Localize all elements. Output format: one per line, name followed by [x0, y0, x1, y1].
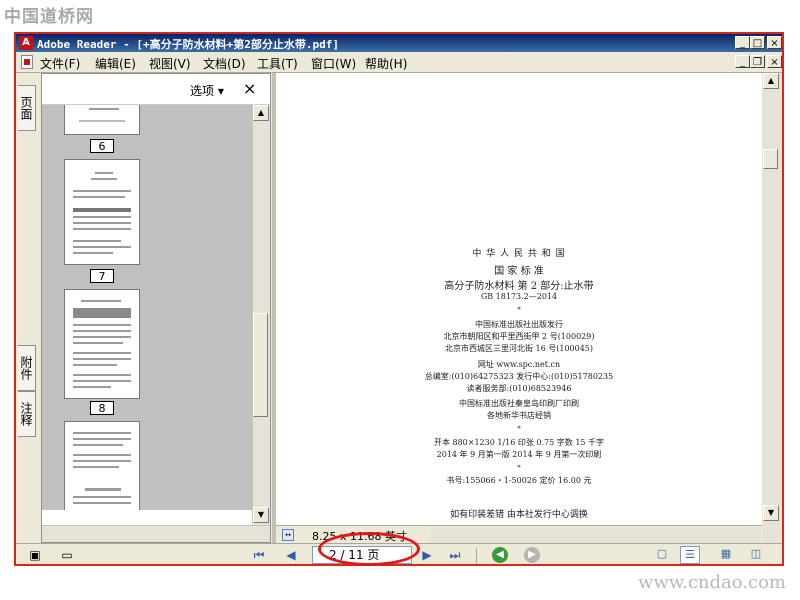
scroll-thumb[interactable]	[763, 149, 778, 169]
toolbar-separator	[476, 548, 477, 564]
page-icon[interactable]: ▭	[58, 547, 76, 563]
options-menu[interactable]: 选项 ▾	[190, 82, 224, 99]
doc-line: 中国标准出版社秦皇岛印刷厂印刷	[459, 399, 579, 408]
doc-line: 如有印装差错 由本社发行中心调换	[450, 510, 588, 520]
page-number-input[interactable]: 2 / 11 页	[312, 546, 412, 564]
monitor-icon[interactable]: ▣	[26, 547, 44, 563]
doc-line: 北京市朝阳区和平里西街甲 2 号(100029)	[443, 332, 595, 341]
doc-minimize-button[interactable]: _	[735, 55, 750, 68]
doc-line: 总编室:(010)64275323 发行中心:(010)51780235	[424, 372, 614, 381]
previous-page-icon[interactable]: ◀	[282, 547, 300, 563]
title-bar[interactable]: A Adobe Reader - [+高分子防水材料+第2部分止水带.pdf] …	[16, 34, 782, 52]
navigation-tabs: 页面 附件 注释	[16, 73, 40, 543]
doc-line: *	[517, 425, 521, 433]
continuous-facing-view-icon[interactable]: ◫	[746, 546, 766, 564]
scroll-down-arrow-icon[interactable]: ▼	[763, 505, 779, 521]
page-thumbnail[interactable]	[64, 105, 140, 135]
tab-comments[interactable]: 注释	[18, 391, 36, 437]
facing-view-icon[interactable]: ▦	[716, 546, 736, 564]
panel-header: 选项 ▾ ×	[42, 74, 270, 105]
doc-line: 中 华 人 民 共 和 国	[472, 249, 566, 259]
scroll-thumb[interactable]	[253, 313, 268, 417]
doc-line: 网址 www.spc.net.cn	[477, 360, 561, 369]
doc-line: 各地新华书店经销	[487, 411, 551, 420]
menu-window[interactable]: 窗口(W)	[311, 55, 356, 72]
document-scrollbar[interactable]: ▲ ▼	[762, 73, 780, 543]
doc-line: 开本 880×1230 1/16 印张 0.75 字数 15 千字	[433, 438, 605, 447]
scroll-up-arrow-icon[interactable]: ▲	[763, 73, 779, 89]
page-size-icon: ↔	[282, 529, 294, 541]
close-icon[interactable]: ×	[243, 79, 256, 98]
menu-bar: 文件(F) 编辑(E) 视图(V) 文档(D) 工具(T) 窗口(W) 帮助(H…	[16, 52, 782, 73]
maximize-button[interactable]: □	[750, 36, 765, 49]
page-size-label: 8.25 x 11.68 英寸	[312, 530, 407, 543]
page-number-label: 8	[90, 401, 114, 415]
watermark-top: 中国道桥网	[4, 7, 94, 27]
page-number-label: 7	[90, 269, 114, 283]
window-title: Adobe Reader - [+高分子防水材料+第2部分止水带.pdf]	[37, 38, 339, 51]
scroll-up-arrow-icon[interactable]: ▲	[253, 105, 269, 121]
panel-horizontal-scrollbar[interactable]	[42, 525, 270, 542]
doc-line: 国 家 标 准	[494, 266, 544, 277]
continuous-view-icon[interactable]: ☰	[680, 546, 700, 564]
watermark-bottom: www.cndao.com	[638, 572, 786, 593]
document-status-bar: ↔ 8.25 x 11.68 英寸	[276, 525, 762, 544]
thumbnail-scrollbar[interactable]: ▲ ▼	[252, 105, 270, 525]
doc-line: 2014 年 9 月第一版 2014 年 9 月第一次印刷	[436, 450, 602, 459]
page-thumbnail[interactable]	[64, 289, 140, 399]
first-page-icon[interactable]: ⏮	[250, 547, 268, 563]
menu-view[interactable]: 视图(V)	[149, 55, 191, 72]
close-button[interactable]: ×	[767, 36, 782, 49]
document-horizontal-scrollbar[interactable]	[431, 527, 761, 543]
bottom-toolbar: ▣ ▭ ⏮ ◀ 2 / 11 页 ▶ ⏭ ◀ ▶ ▢ ☰ ▦ ◫	[16, 543, 782, 564]
menu-help[interactable]: 帮助(H)	[365, 55, 407, 72]
page-thumbnail[interactable]	[64, 421, 140, 510]
menu-tools[interactable]: 工具(T)	[257, 55, 298, 72]
pages-panel: 选项 ▾ × 6 7 8 ▲ ▼	[41, 73, 271, 543]
tab-attachments[interactable]: 附件	[18, 345, 36, 391]
scroll-down-arrow-icon[interactable]: ▼	[253, 507, 269, 523]
doc-line: 高分子防水材料 第 2 部分:止水带	[444, 281, 594, 292]
menu-file[interactable]: 文件(F)	[40, 55, 80, 72]
menu-document[interactable]: 文档(D)	[203, 55, 246, 72]
single-page-view-icon[interactable]: ▢	[652, 546, 672, 564]
doc-line: *	[517, 464, 521, 472]
doc-line: 书号:155066・1-50026 定价 16.00 元	[446, 476, 592, 485]
doc-line: *	[517, 306, 521, 314]
page-thumbnail[interactable]	[64, 159, 140, 265]
thumbnail-list: 6 7 8	[42, 105, 252, 510]
next-page-icon[interactable]: ▶	[418, 547, 436, 563]
adobe-reader-icon: A	[19, 36, 33, 50]
page-number-label: 6	[90, 139, 114, 153]
minimize-button[interactable]: _	[735, 36, 750, 49]
doc-line: 北京市西城区三里河北街 16 号(100045)	[444, 344, 594, 353]
adobe-reader-window: A Adobe Reader - [+高分子防水材料+第2部分止水带.pdf] …	[14, 32, 784, 566]
doc-close-button[interactable]: ×	[767, 55, 782, 68]
document-view[interactable]: 中 华 人 民 共 和 国 国 家 标 准 高分子防水材料 第 2 部分:止水带…	[276, 73, 762, 525]
tab-pages[interactable]: 页面	[18, 85, 36, 131]
doc-line: 读者服务部:(010)68523946	[466, 384, 572, 393]
doc-line: GB 18173.2—2014	[480, 292, 558, 301]
menu-edit[interactable]: 编辑(E)	[95, 55, 136, 72]
back-view-icon[interactable]: ◀	[492, 547, 508, 563]
last-page-icon[interactable]: ⏭	[446, 547, 464, 563]
doc-restore-button[interactable]: ❐	[750, 55, 765, 68]
document-icon[interactable]	[21, 55, 33, 69]
doc-line: 中国标准出版社出版发行	[475, 320, 563, 329]
forward-view-icon[interactable]: ▶	[524, 547, 540, 563]
